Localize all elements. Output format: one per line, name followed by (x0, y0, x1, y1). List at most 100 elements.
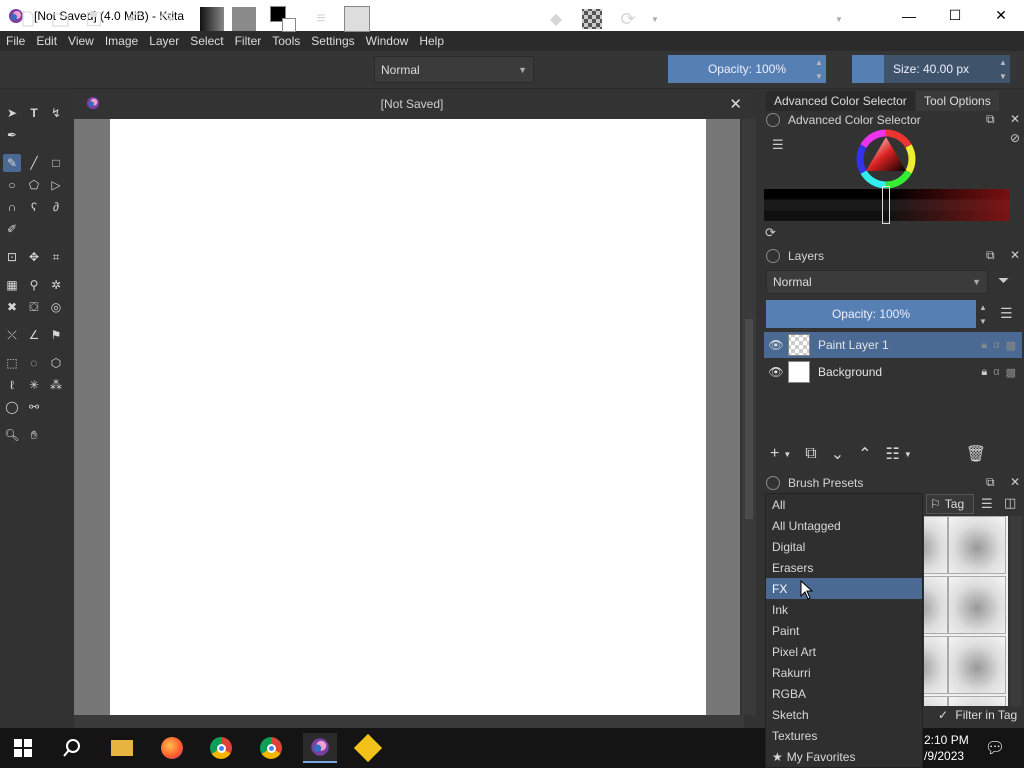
visibility-eye-icon[interactable]: 👁︎ (764, 365, 788, 379)
tag-button[interactable]: ⚐ Tag (926, 494, 974, 514)
lock-icon[interactable] (766, 476, 780, 490)
colorize-mask-tool-icon[interactable]: ✲ (47, 276, 65, 294)
tag-option[interactable]: Sketch (766, 704, 922, 725)
brush-preset[interactable] (948, 516, 1006, 574)
float-panel-icon[interactable]: ⧉ (986, 112, 995, 127)
close-document-button[interactable]: ✕ (729, 95, 742, 113)
polyline-tool-icon[interactable]: ▷ (47, 176, 65, 194)
freehand-selection-tool-icon[interactable]: ℓ (3, 376, 21, 394)
menu-file[interactable]: File (6, 34, 25, 48)
undo-icon[interactable]: ↶ (124, 6, 146, 32)
layer-opacity-slider[interactable]: Opacity: 100% (766, 300, 976, 328)
similar-color-selection-tool-icon[interactable]: ⁂ (47, 376, 65, 394)
close-panel-icon[interactable]: ✕ (1010, 112, 1020, 126)
menu-view[interactable]: View (68, 34, 94, 48)
layer-row[interactable]: 👁︎ Paint Layer 1 🔒︎ α ▩ (764, 332, 1022, 358)
contiguous-selection-tool-icon[interactable]: ✳ (25, 376, 43, 394)
chrome-profile-icon[interactable] (256, 733, 286, 763)
line-tool-icon[interactable]: ╱ (25, 154, 43, 172)
tag-option-hovered[interactable]: FX (766, 578, 922, 599)
close-panel-icon[interactable]: ✕ (1010, 248, 1020, 262)
notifications-icon[interactable]: 💬︎ (980, 733, 1010, 763)
chrome-icon[interactable] (206, 733, 236, 763)
brush-settings-icon[interactable]: ≡ (310, 6, 332, 32)
brush-preset[interactable] (924, 516, 948, 574)
reset-icon[interactable]: ⊘ (1010, 131, 1020, 145)
eraser-mode-icon[interactable]: ◆ (545, 6, 567, 32)
foreground-background-color-icon[interactable] (269, 6, 297, 32)
opacity-slider[interactable]: Opacity: 100% (668, 55, 826, 83)
layer-blend-mode-select[interactable]: Normal ▼ (766, 270, 988, 294)
layer-lock-icon[interactable]: 🔒︎ (981, 366, 987, 379)
add-layer-icon[interactable]: + (770, 445, 779, 463)
windows-start-icon[interactable] (8, 733, 38, 763)
maximize-button[interactable]: ☐ (932, 0, 978, 31)
menu-image[interactable]: Image (105, 34, 138, 48)
move-tool-icon[interactable]: ✥ (25, 248, 43, 266)
assistant-tool-icon[interactable]: ⤫ (3, 326, 21, 344)
reload-preset-icon[interactable]: ⟳ (616, 6, 640, 32)
menu-edit[interactable]: Edit (36, 34, 57, 48)
color-cursor[interactable] (882, 186, 890, 224)
pan-tool-icon[interactable]: ✋︎ (25, 426, 43, 444)
lock-icon[interactable] (766, 113, 780, 127)
dynamic-brush-tool-icon[interactable]: ∂ (47, 198, 65, 216)
layer-menu-icon[interactable]: ☰ (1000, 305, 1013, 322)
menu-select[interactable]: Select (190, 34, 223, 48)
menu-settings[interactable]: Settings (311, 34, 354, 48)
scrollbar-thumb[interactable] (745, 319, 753, 519)
reference-images-tool-icon[interactable]: ⚑ (47, 326, 65, 344)
smart-patch-tool-icon[interactable]: ✖ (3, 298, 21, 316)
float-panel-icon[interactable]: ⧉ (986, 248, 995, 263)
brush-preset[interactable] (924, 636, 948, 694)
gradient-tool-icon[interactable]: ▦ (3, 276, 21, 294)
transform-tool-icon[interactable]: ⊡ (3, 248, 21, 266)
tag-option[interactable]: Erasers (766, 557, 922, 578)
blend-mode-select[interactable]: Normal ▼ (374, 56, 534, 83)
enclose-fill-tool-icon[interactable]: ◎ (47, 298, 65, 316)
opacity-spinner[interactable]: ▲ ▼ (814, 55, 824, 83)
freehand-path-tool-icon[interactable]: ʕ (25, 198, 43, 216)
tag-option-favorites[interactable]: ★ My Favorites (766, 746, 922, 767)
close-window-button[interactable]: ✕ (978, 0, 1024, 31)
alpha-lock-icon[interactable]: α (993, 339, 999, 351)
brush-presets-scrollbar[interactable] (1010, 516, 1022, 706)
app-taskbar-icon[interactable] (353, 733, 383, 763)
inherit-alpha-icon[interactable]: ▩ (1006, 339, 1016, 352)
polygonal-selection-tool-icon[interactable]: ⬡ (47, 354, 65, 372)
chevron-down-icon[interactable]: ▼ (783, 450, 791, 459)
tag-option[interactable]: RGBA (766, 683, 922, 704)
layer-opacity-spinner[interactable]: ▲ ▼ (978, 300, 988, 328)
lock-icon[interactable] (766, 249, 780, 263)
select-shapes-tool-icon[interactable]: ➤ (3, 104, 21, 122)
brush-preset[interactable] (948, 696, 1006, 706)
system-clock[interactable]: 2:10 PM /9/2023 (924, 732, 970, 764)
tag-option[interactable]: Paint (766, 620, 922, 641)
tag-option[interactable]: All (766, 494, 922, 515)
rectangular-selection-tool-icon[interactable]: ⬚ (3, 354, 21, 372)
brush-preset-icon[interactable] (343, 6, 371, 32)
tag-option[interactable]: Pixel Art (766, 641, 922, 662)
delete-layer-icon[interactable]: 🗑︎ (966, 444, 986, 464)
redo-icon[interactable]: ↷ (156, 6, 178, 32)
firefox-icon[interactable] (157, 733, 187, 763)
visibility-eye-icon[interactable]: 👁︎ (764, 338, 788, 352)
move-layer-down-icon[interactable]: ⌄ (831, 444, 844, 464)
canvas-vertical-scrollbar[interactable] (742, 119, 756, 715)
bezier-curve-tool-icon[interactable]: ∩ (3, 198, 21, 216)
tag-option[interactable]: Ink (766, 599, 922, 620)
filter-icon[interactable]: ⏷ (998, 272, 1009, 289)
open-document-icon[interactable] (50, 6, 72, 32)
filter-in-tag-checkbox[interactable]: ✓ Filter in Tag (938, 708, 1017, 722)
file-explorer-icon[interactable] (107, 733, 137, 763)
minimize-button[interactable]: — (886, 0, 932, 31)
color-wheel-icon[interactable] (856, 129, 916, 189)
chevron-down-icon[interactable]: ▼ (904, 450, 912, 459)
crop-tool-icon[interactable]: ⌗ (47, 248, 65, 266)
fill-tool-icon[interactable]: ⛋ (25, 298, 43, 316)
size-slider[interactable]: Size: 40.00 px (852, 55, 1010, 83)
freehand-brush-tool-icon[interactable]: ✎ (3, 154, 21, 172)
menu-filter[interactable]: Filter (235, 34, 262, 48)
tag-option[interactable]: All Untagged (766, 515, 922, 536)
menu-window[interactable]: Window (366, 34, 409, 48)
